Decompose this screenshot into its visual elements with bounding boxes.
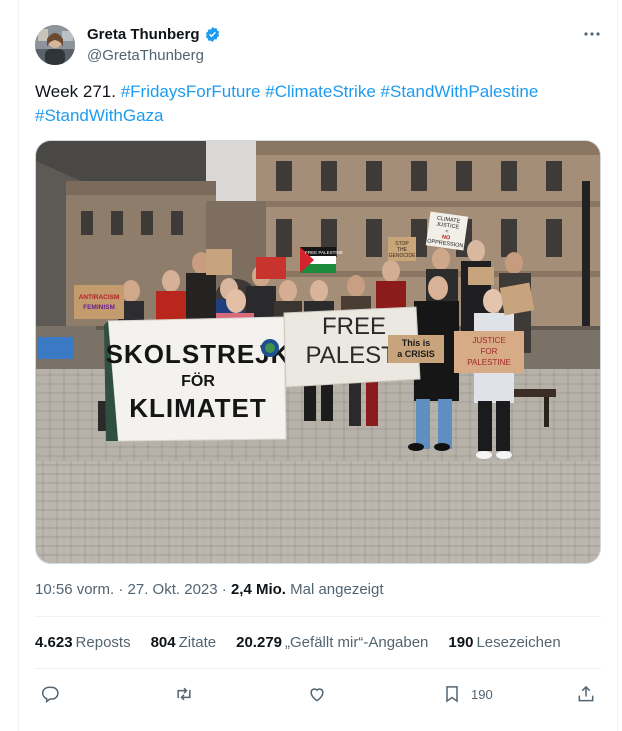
bookmarks-label: Lesezeichen: [476, 634, 561, 651]
sign-stop-line3: GENOCIDE: [389, 253, 416, 259]
hashtag-standwithgaza[interactable]: #StandWithGaza: [35, 106, 164, 125]
sign-justice-line3: PALESTINE: [467, 358, 510, 367]
avatar[interactable]: [35, 25, 75, 65]
view-count-label: Mal angezeigt: [285, 581, 384, 598]
author-name-row[interactable]: Greta Thunberg: [87, 26, 221, 43]
quotes-label: Zitate: [178, 634, 217, 651]
bookmarks-count: 190: [448, 634, 474, 651]
quotes-count: 804: [150, 634, 176, 651]
more-options-icon[interactable]: [582, 24, 602, 44]
sign-crisis-line1: This is: [402, 338, 431, 348]
divider: [35, 616, 601, 617]
engagement-stats: 4.623 Reposts 804 Zitate 20.279 „Gefällt mi…: [35, 634, 561, 651]
hashtag-climatestrike[interactable]: #ClimateStrike: [265, 82, 376, 101]
sign-antiracism-line2: FEMINISM: [83, 304, 115, 311]
sign-free-palestine-small: FREE PALESTINE: [305, 250, 343, 255]
like-button[interactable]: [307, 682, 327, 706]
repost-button[interactable]: [174, 682, 194, 706]
tweet-timestamp[interactable]: 10:56 vorm. · 27. Okt. 2023 ·: [35, 581, 231, 598]
likes-label: „Gefällt mir“-Angaben: [285, 634, 429, 651]
tweet-meta: 10:56 vorm. · 27. Okt. 2023 · 2,4 Mio. M…: [35, 581, 384, 598]
sign-crisis-line2: a CRISIS: [397, 349, 435, 359]
likes-stat[interactable]: 20.279 „Gefällt mir“-Angaben: [236, 634, 428, 651]
likes-count: 20.279: [236, 634, 283, 651]
verified-badge-icon: [205, 27, 219, 42]
banner-free-line1: FREE: [322, 313, 386, 340]
reposts-count: 4.623: [35, 634, 73, 651]
sign-justice-line2: FOR: [481, 347, 498, 356]
hashtag-standwithpalestine[interactable]: #StandWithPalestine: [381, 82, 539, 101]
hashtag-fridaysforfuture[interactable]: #FridaysForFuture: [121, 82, 261, 101]
author-name[interactable]: Greta Thunberg: [87, 26, 200, 43]
share-button[interactable]: [576, 682, 596, 706]
banner-free-line2: PALESTI: [306, 342, 403, 369]
bookmark-count: 190: [471, 686, 493, 702]
tweet-text: Week 271. #FridaysForFuture #ClimateStri…: [35, 80, 590, 128]
tweet-text-prefix: Week 271.: [35, 82, 121, 101]
bookmarks-stat[interactable]: 190 Lesezeichen: [448, 634, 560, 651]
banner-skolstrejk-line2: FÖR: [181, 371, 215, 390]
banner-skolstrejk-line3: KLIMATET: [129, 393, 267, 423]
reposts-label: Reposts: [75, 634, 131, 651]
reply-button[interactable]: [40, 682, 60, 706]
bookmark-icon: [446, 686, 458, 703]
reposts-stat[interactable]: 4.623 Reposts: [35, 634, 131, 651]
author-handle[interactable]: @GretaThunberg: [87, 47, 204, 64]
sign-justice-line1: JUSTICE: [472, 336, 505, 345]
bookmark-button[interactable]: 190: [442, 682, 493, 706]
view-count: 2,4 Mio.: [230, 581, 286, 598]
reply-icon: [41, 686, 59, 703]
share-icon: [578, 685, 594, 702]
protest-photo: ANTIRACISM FEMINISM CLIMATE JUSTICE = NO…: [36, 141, 600, 563]
repost-icon: [177, 687, 191, 701]
quotes-stat[interactable]: 804 Zitate: [151, 634, 217, 651]
heart-icon: [310, 688, 324, 702]
divider: [35, 668, 601, 669]
sign-antiracism-line1: ANTIRACISM: [79, 294, 120, 301]
tweet-photo[interactable]: ANTIRACISM FEMINISM CLIMATE JUSTICE = NO…: [35, 140, 601, 564]
